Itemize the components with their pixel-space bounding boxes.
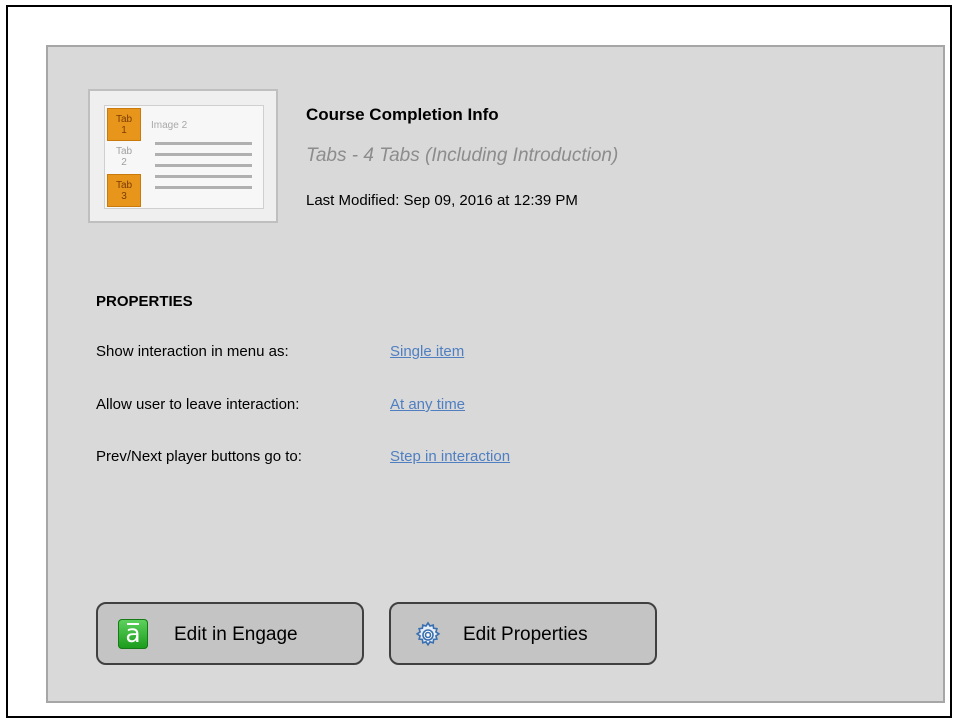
properties-heading: PROPERTIES <box>96 293 193 310</box>
last-modified: Last Modified: Sep 09, 2016 at 12:39 PM <box>306 192 578 209</box>
thumbnail-tab-2: Tab 2 <box>107 141 141 174</box>
thumbnail-text-line <box>155 142 252 145</box>
engage-app-icon: a <box>118 619 148 649</box>
edit-properties-button[interactable]: Edit Properties <box>389 602 657 665</box>
property-label-prevnext: Prev/Next player buttons go to: <box>96 448 302 465</box>
thumbnail-preview: Tab 1 Tab 2 Tab 3 Image 2 <box>104 105 264 209</box>
slide-frame: Tab 1 Tab 2 Tab 3 Image 2 Course Completion… <box>6 5 952 718</box>
property-value-leave-link[interactable]: At any time <box>390 396 465 413</box>
property-label-leave: Allow user to leave interaction: <box>96 396 300 413</box>
interaction-info-panel: Tab 1 Tab 2 Tab 3 Image 2 Course Completion… <box>46 45 945 703</box>
interaction-thumbnail: Tab 1 Tab 2 Tab 3 Image 2 <box>88 89 278 223</box>
thumbnail-tab-1: Tab 1 <box>107 108 141 141</box>
edit-in-engage-button[interactable]: a Edit in Engage <box>96 602 364 665</box>
property-value-menu-link[interactable]: Single item <box>390 343 464 360</box>
property-label-menu: Show interaction in menu as: <box>96 343 289 360</box>
thumbnail-tab-3: Tab 3 <box>107 174 141 207</box>
edit-properties-label: Edit Properties <box>463 624 588 645</box>
edit-in-engage-label: Edit in Engage <box>174 624 298 645</box>
thumbnail-text-line <box>155 164 252 167</box>
interaction-title: Course Completion Info <box>306 105 499 124</box>
interaction-type: Tabs - 4 Tabs (Including Introduction) <box>306 145 619 166</box>
thumbnail-text-line <box>155 153 252 156</box>
property-value-prevnext-link[interactable]: Step in interaction <box>390 448 510 465</box>
thumbnail-text-line <box>155 175 252 178</box>
thumbnail-text-line <box>155 186 252 189</box>
gear-icon <box>415 621 441 647</box>
thumbnail-image-label: Image 2 <box>151 120 188 131</box>
